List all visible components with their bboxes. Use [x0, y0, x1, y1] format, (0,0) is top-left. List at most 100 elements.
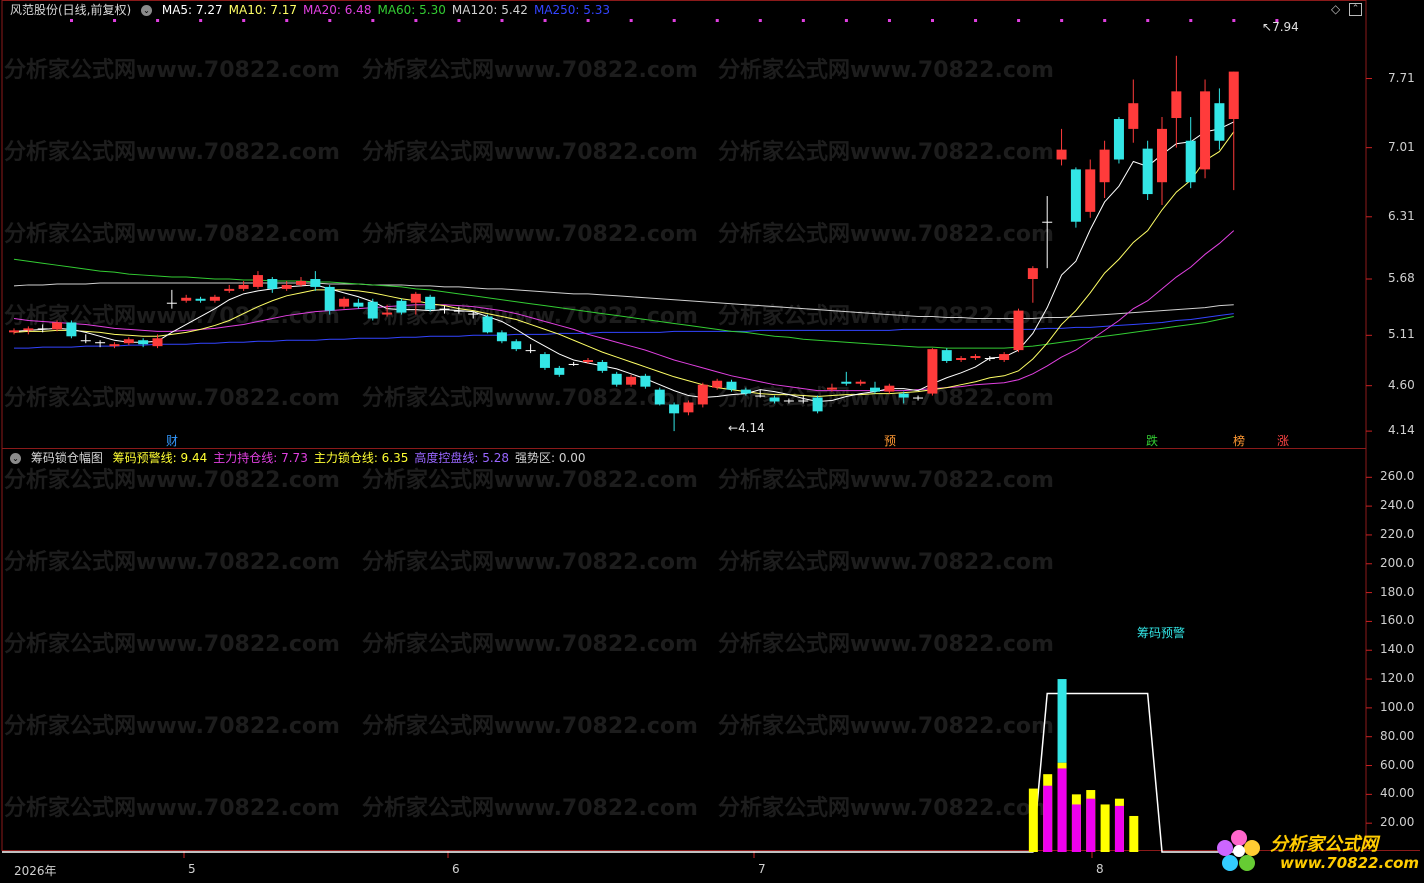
candle[interactable] — [1013, 308, 1024, 353]
candle[interactable] — [769, 395, 780, 404]
high-annotation: ↖7.94 — [1262, 20, 1299, 34]
candle[interactable] — [1171, 55, 1182, 148]
candle[interactable] — [1157, 117, 1167, 205]
top-dot-marker — [156, 19, 160, 22]
candle[interactable] — [913, 395, 924, 401]
top-dot-marker — [758, 19, 762, 22]
indicator-tick-label: 240.0 — [1380, 498, 1415, 513]
candle[interactable] — [1128, 79, 1139, 143]
candle[interactable] — [252, 271, 263, 289]
event-marker[interactable]: 涨 — [1277, 432, 1289, 449]
candle[interactable] — [310, 271, 321, 291]
date-tick-label: 7 — [758, 862, 766, 876]
candle[interactable] — [1200, 79, 1211, 179]
candle[interactable] — [898, 391, 909, 404]
candle[interactable] — [410, 291, 421, 315]
candle[interactable] — [9, 328, 19, 335]
high-value: 7.94 — [1272, 20, 1299, 34]
candle[interactable] — [339, 296, 350, 309]
candle[interactable] — [597, 360, 608, 373]
candle[interactable] — [66, 320, 77, 339]
candle[interactable] — [181, 294, 192, 303]
candle[interactable] — [855, 379, 866, 386]
candle[interactable] — [626, 374, 637, 387]
event-marker[interactable]: 预 — [884, 432, 896, 449]
candle[interactable] — [783, 398, 794, 404]
top-dot-marker — [500, 19, 504, 22]
candle[interactable] — [209, 294, 220, 303]
candle[interactable] — [195, 296, 206, 303]
candle[interactable] — [80, 334, 91, 344]
candle[interactable] — [611, 371, 622, 387]
indicator-tick-label: 260.0 — [1380, 469, 1415, 484]
chip-bar-magenta — [1043, 785, 1053, 852]
candle[interactable] — [1228, 71, 1239, 191]
candle[interactable] — [970, 354, 981, 360]
price-tick-label: 5.68 — [1388, 271, 1415, 285]
candle[interactable] — [1085, 159, 1096, 218]
candle[interactable] — [812, 395, 823, 414]
candle[interactable] — [697, 382, 708, 408]
candle[interactable] — [1070, 167, 1081, 228]
indicator-tick-label: 80.00 — [1380, 728, 1415, 743]
price-tick-label: 4.60 — [1388, 377, 1415, 392]
candle[interactable] — [554, 365, 565, 377]
candle[interactable] — [999, 352, 1010, 362]
candle[interactable] — [640, 373, 651, 389]
candle[interactable] — [511, 339, 522, 352]
top-dot-marker — [242, 19, 246, 22]
candle[interactable] — [425, 294, 436, 312]
top-dot-marker — [1232, 19, 1236, 22]
candle[interactable] — [496, 330, 507, 344]
candle[interactable] — [568, 361, 579, 366]
candle[interactable] — [669, 402, 680, 432]
candle[interactable] — [956, 356, 967, 362]
candle[interactable] — [23, 326, 34, 335]
candle[interactable] — [396, 298, 407, 315]
candle[interactable] — [941, 348, 952, 363]
top-dot-marker — [113, 19, 117, 22]
event-marker[interactable]: 财 — [166, 432, 178, 449]
candle[interactable] — [267, 277, 278, 293]
candle[interactable] — [884, 383, 895, 394]
top-dot-marker — [974, 19, 978, 22]
chip-bar-magenta — [1057, 768, 1067, 852]
top-dot-marker — [371, 19, 375, 22]
candle[interactable] — [539, 352, 550, 370]
candle[interactable] — [683, 400, 694, 416]
candle[interactable] — [583, 358, 593, 364]
candle[interactable] — [1099, 140, 1110, 199]
candle[interactable] — [654, 387, 665, 406]
candle[interactable] — [1214, 88, 1225, 150]
candle[interactable] — [1113, 117, 1124, 164]
top-dot-marker — [1103, 19, 1107, 22]
candle[interactable] — [353, 298, 364, 309]
candle[interactable] — [740, 387, 751, 396]
candle[interactable] — [109, 342, 120, 349]
candle[interactable] — [841, 371, 852, 386]
candle[interactable] — [138, 338, 149, 348]
candle[interactable] — [1142, 140, 1153, 200]
candle[interactable] — [525, 344, 536, 354]
indicator-tick-label: 220.0 — [1380, 526, 1415, 541]
top-dot-marker — [801, 19, 805, 22]
candle[interactable] — [1185, 117, 1196, 189]
event-marker[interactable]: 榜 — [1233, 432, 1245, 449]
candle[interactable] — [482, 314, 493, 334]
candle[interactable] — [123, 337, 134, 346]
event-marker[interactable]: 跌 — [1146, 432, 1158, 449]
candle[interactable] — [224, 284, 235, 293]
candle[interactable] — [166, 289, 177, 309]
price-chart[interactable] — [0, 0, 1424, 883]
candle[interactable] — [1042, 196, 1053, 269]
indicator-tick-label: 180.0 — [1380, 584, 1415, 599]
chip-bar-magenta — [1086, 798, 1096, 852]
candle[interactable] — [324, 284, 335, 315]
candle[interactable] — [1056, 128, 1067, 166]
price-tick-label: 7.01 — [1388, 139, 1415, 154]
candle[interactable] — [1027, 266, 1038, 303]
candle[interactable] — [927, 348, 938, 396]
top-dot-marker — [1189, 19, 1193, 22]
candle[interactable] — [367, 298, 378, 321]
top-dot-marker — [457, 19, 461, 22]
